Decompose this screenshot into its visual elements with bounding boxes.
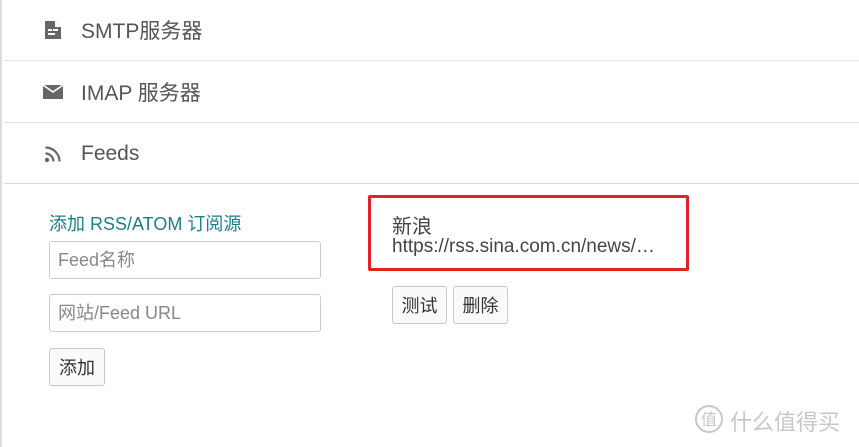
watermark: 值 什么值得买 — [694, 404, 840, 438]
zhi-icon: 值 — [694, 404, 724, 439]
rss-icon — [42, 143, 64, 165]
imap-section-header[interactable]: IMAP 服务器 — [4, 62, 859, 123]
smtp-section-label: SMTP服务器 — [81, 20, 203, 43]
test-feed-button[interactable]: 测试 — [392, 286, 447, 324]
watermark-text: 什么值得买 — [730, 410, 841, 435]
feed-name-input[interactable] — [49, 241, 321, 279]
imap-section-label: IMAP 服务器 — [81, 82, 201, 105]
document-icon — [42, 19, 64, 41]
feed-item-url: https://rss.sina.com.cn/news/… — [392, 236, 655, 257]
add-feed-title: 添加 RSS/ATOM 订阅源 — [49, 214, 242, 234]
add-feed-button[interactable]: 添加 — [49, 348, 105, 386]
smtp-section-header[interactable]: SMTP服务器 — [4, 0, 859, 61]
delete-feed-button[interactable]: 删除 — [453, 286, 508, 324]
envelope-icon — [42, 81, 64, 103]
feed-url-input[interactable] — [49, 294, 321, 332]
feeds-section-label: Feeds — [81, 141, 140, 165]
feeds-section-header[interactable]: Feeds — [4, 124, 859, 184]
settings-panel: SMTP服务器 IMAP 服务器 Feeds 添加 RSS/ATOM 订阅源 添… — [0, 0, 859, 447]
svg-text:值: 值 — [701, 410, 717, 429]
feed-item-name: 新浪 — [392, 216, 432, 238]
